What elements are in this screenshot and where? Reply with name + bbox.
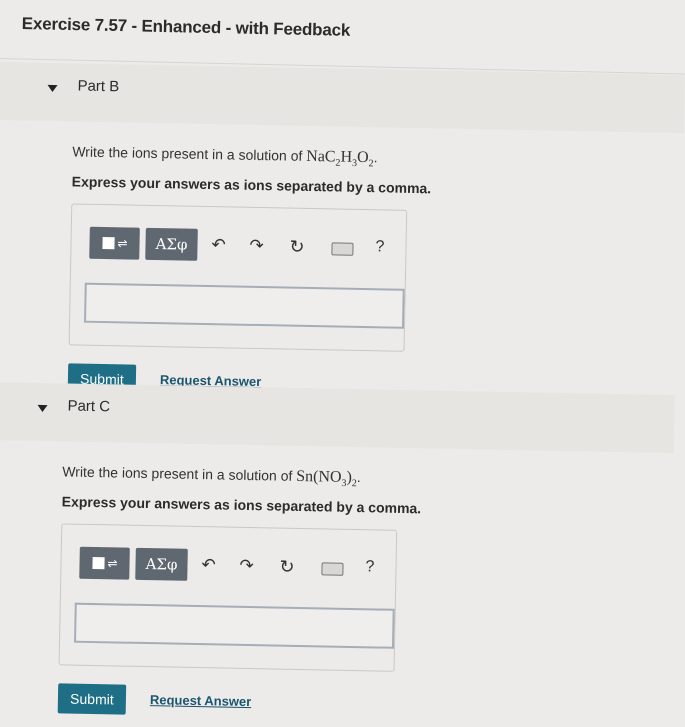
part-c-question: Write the ions present in a solution of … xyxy=(0,462,673,727)
instruction-text: Express your answers as ions separated b… xyxy=(61,493,422,517)
answer-box: ⇌ ΑΣφ ↶ ↷ ↻ ? xyxy=(68,203,408,353)
templates-icon xyxy=(92,557,105,570)
math-toolbar: ⇌ ΑΣφ ↶ ↷ ↻ ? xyxy=(89,226,385,262)
redo-icon[interactable]: ↷ xyxy=(249,236,264,256)
templates-button[interactable]: ⇌ xyxy=(89,226,140,260)
answer-input[interactable] xyxy=(84,282,405,329)
actions-row: Submit Request Answer xyxy=(57,683,670,727)
part-c-header[interactable]: Part C xyxy=(0,382,675,454)
part-b-question: Write the ions present in a solution of … xyxy=(0,142,683,407)
chemical-formula: NaC2H3O2 xyxy=(306,147,374,170)
reset-icon[interactable]: ↻ xyxy=(279,557,294,578)
part-b: Part B Write the ions present in a solut… xyxy=(0,62,685,407)
help-button[interactable]: ? xyxy=(365,558,374,576)
undo-icon[interactable]: ↶ xyxy=(211,235,226,255)
math-toolbar: ⇌ ΑΣφ ↶ ↷ ↻ ? xyxy=(79,546,375,582)
templates-icon xyxy=(102,237,115,250)
answer-input[interactable] xyxy=(74,602,395,649)
instruction-text: Express your answers as ions separated b… xyxy=(71,173,432,197)
answer-box: ⇌ ΑΣφ ↶ ↷ ↻ ? xyxy=(58,523,398,673)
submit-button[interactable]: Submit xyxy=(57,683,127,715)
part-c: Part C Write the ions present in a solut… xyxy=(0,382,675,727)
part-b-label: Part B xyxy=(77,77,120,96)
undo-icon[interactable]: ↶ xyxy=(201,555,216,575)
chemical-formula: Sn(NO3)2 xyxy=(296,467,357,490)
part-b-header[interactable]: Part B xyxy=(0,62,685,134)
reset-icon[interactable]: ↻ xyxy=(289,237,304,258)
page-title: Exercise 7.57 - Enhanced - with Feedback xyxy=(21,14,351,40)
templates-button[interactable]: ⇌ xyxy=(79,546,130,580)
question-text: Write the ions present in a solution of … xyxy=(62,463,361,490)
help-button[interactable]: ? xyxy=(375,238,384,256)
caret-down-icon[interactable] xyxy=(47,84,58,93)
greek-symbols-button[interactable]: ΑΣφ xyxy=(135,548,188,582)
keyboard-icon[interactable] xyxy=(321,562,344,577)
question-text: Write the ions present in a solution of … xyxy=(72,143,378,170)
greek-symbols-button[interactable]: ΑΣφ xyxy=(145,228,198,262)
caret-down-icon[interactable] xyxy=(37,404,48,413)
keyboard-icon[interactable] xyxy=(331,242,354,257)
part-c-label: Part C xyxy=(67,397,111,416)
redo-icon[interactable]: ↷ xyxy=(239,556,254,576)
request-answer-link[interactable]: Request Answer xyxy=(150,692,252,709)
